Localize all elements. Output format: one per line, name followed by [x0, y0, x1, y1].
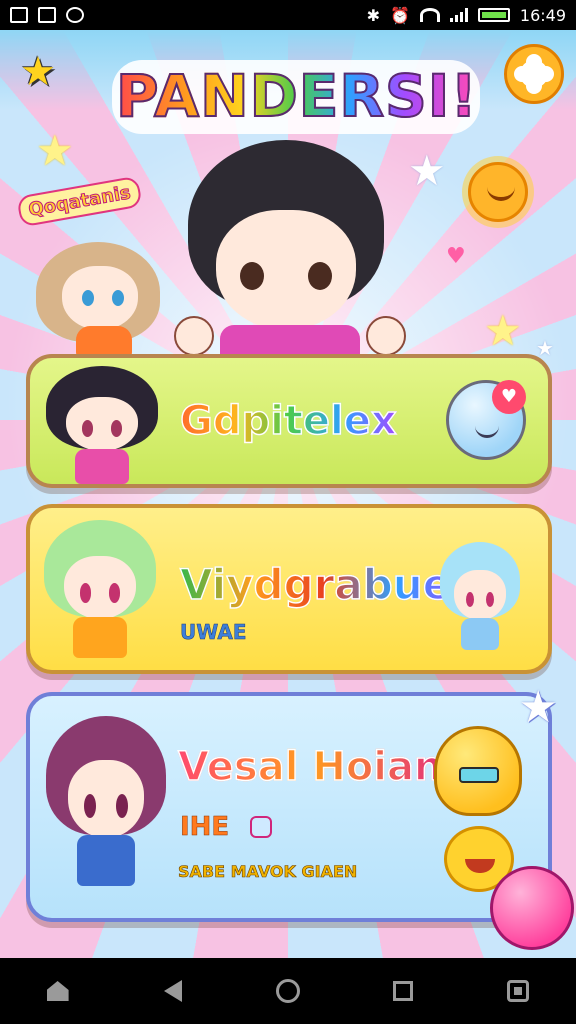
home-icon [46, 981, 69, 1001]
side-badge: Qoqatanis [16, 175, 143, 228]
gallery-notification-icon [38, 7, 56, 23]
wifi-icon [419, 8, 440, 22]
status-notifications [10, 7, 84, 23]
pink-ball-icon [490, 866, 574, 950]
cat-girl-character [36, 230, 166, 360]
menu-card-1[interactable]: Gdpitelex ♥ [26, 354, 552, 488]
yellow-star-decoration-icon: ★ [36, 126, 74, 175]
recents-icon [393, 981, 414, 1001]
black-hair-character [46, 366, 158, 484]
menu-card-2[interactable]: Viydgrabue. UWAE [26, 504, 552, 674]
heart-badge-icon: ♥ [492, 380, 526, 414]
sun-mascot-icon [468, 162, 528, 222]
card-3-title: Vesal Hoian [177, 743, 443, 791]
white-star-decoration-icon: ★ [408, 146, 446, 195]
bluetooth-icon: ✱ [366, 5, 380, 25]
heart-decoration-icon: ♥ [446, 244, 466, 269]
app-notification-icon [66, 7, 84, 23]
star-icon[interactable]: ★ [16, 50, 60, 94]
recents-button[interactable] [383, 971, 423, 1011]
back-icon [163, 980, 182, 1002]
circle-home-icon [275, 979, 300, 1003]
app-switch-button[interactable] [498, 971, 538, 1011]
card-1-title: Gdpitelex [179, 397, 397, 445]
green-hair-character [44, 520, 156, 658]
app-switch-icon [507, 980, 530, 1002]
navigation-bar [0, 958, 576, 1024]
yellow-slime-mascot-icon [434, 726, 522, 816]
game-title: PANDERSI! [115, 61, 478, 131]
home-button[interactable] [38, 971, 78, 1011]
cat-sticker-icon [250, 816, 272, 838]
gear-icon [520, 60, 548, 88]
signal-icon [449, 8, 468, 22]
purple-hair-character [46, 716, 166, 886]
settings-button[interactable] [504, 44, 564, 104]
card-3-tagline: SABE MAVOK GIAEN [178, 862, 358, 882]
alarm-icon: ⏰ [389, 5, 410, 25]
card-2-title: Viydgrabue. [179, 559, 468, 610]
hero-character [170, 140, 406, 385]
status-bar: ✱ ⏰ 16:49 [0, 0, 576, 30]
blue-hair-character [440, 542, 520, 650]
back-button[interactable] [153, 971, 193, 1011]
game-screen: ★ PANDERSI! Qoqatanis ★ ★ ★ ★ ♥ Gdpitele… [0, 30, 576, 958]
status-system: ✱ ⏰ 16:49 [367, 6, 566, 25]
status-time: 16:49 [519, 5, 566, 25]
yellow-star-decoration-icon: ★ [484, 306, 522, 355]
card-2-subtitle: UWAE [180, 620, 247, 645]
battery-icon [477, 8, 510, 22]
image-notification-icon [10, 7, 28, 23]
white-star-icon: ★ [518, 682, 558, 733]
card-3-subtitle: IHE [180, 812, 230, 843]
menu-card-3[interactable]: Vesal Hoian IHE SABE MAVOK GIAEN ★ [26, 682, 558, 922]
circle-home-button[interactable] [268, 971, 308, 1011]
